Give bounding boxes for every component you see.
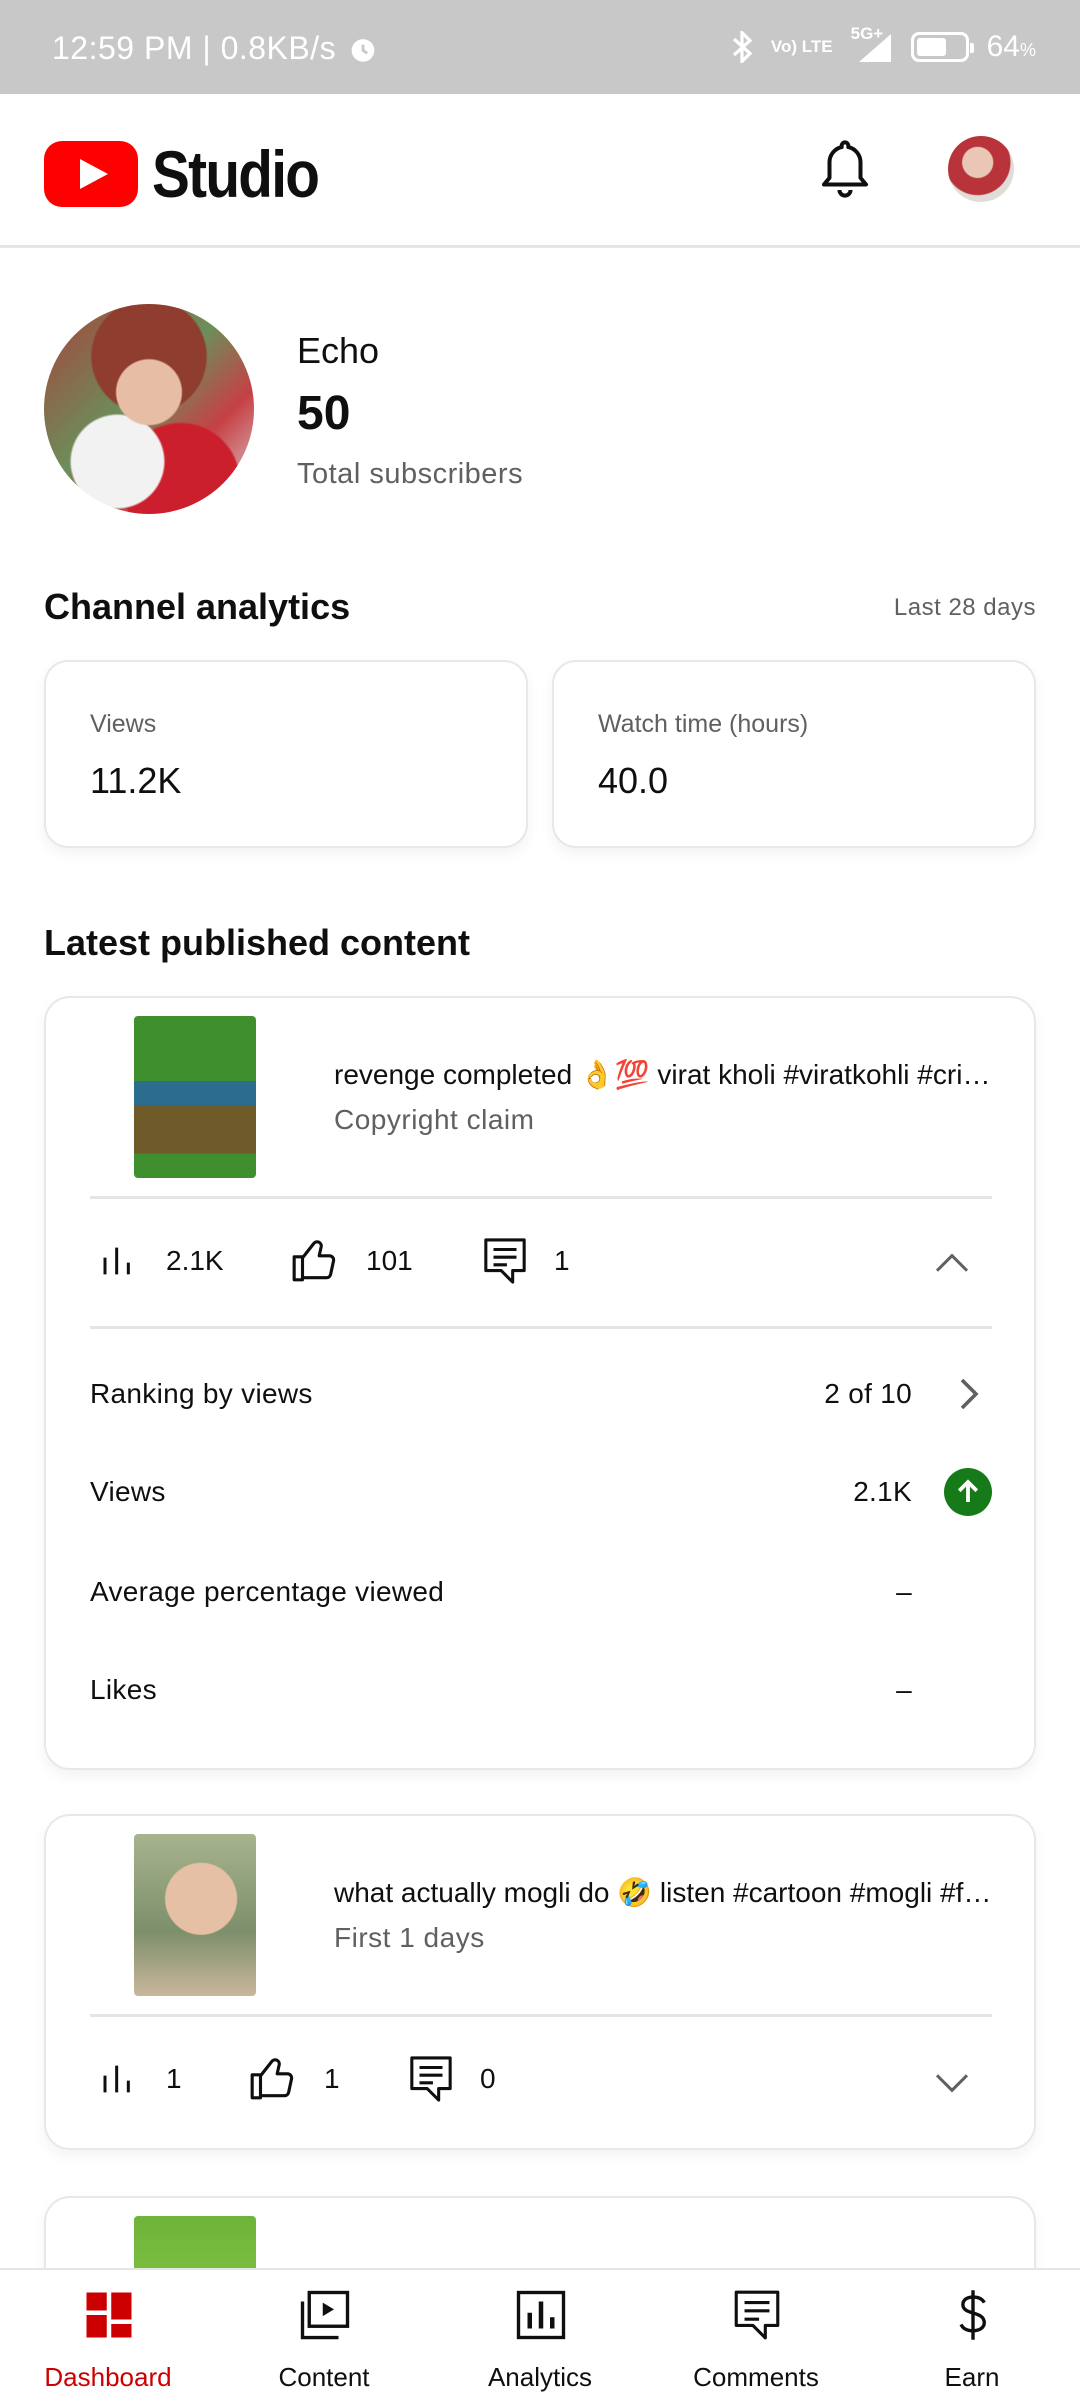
likes-stat: 101: [290, 1196, 413, 1326]
nav-earn[interactable]: Earn: [864, 2270, 1080, 2400]
channel-analytics-title: Channel analytics: [44, 586, 351, 627]
studio-logo[interactable]: Studio: [44, 136, 345, 212]
nav-content[interactable]: Content: [216, 2270, 432, 2400]
metric-label: Views: [90, 710, 157, 738]
alarm-icon: [351, 38, 375, 62]
subscriber-label: Total subscribers: [297, 458, 524, 490]
views-count: 1: [166, 2063, 182, 2094]
status-time: 12:59 PM | 0.8KB/s: [52, 30, 337, 66]
battery-value: 64: [986, 30, 1020, 63]
video-title[interactable]: what actually mogli do 🤣 listen #cartoon…: [334, 1876, 994, 1909]
nav-label: Comments: [693, 2362, 819, 2392]
detail-value: 2 of 10: [824, 1378, 912, 1409]
video-thumbnail[interactable]: [134, 1834, 256, 1996]
nav-label: Dashboard: [44, 2362, 172, 2392]
views-icon: [103, 1247, 130, 1275]
views-metric-card[interactable]: Views 11.2K: [44, 660, 528, 848]
detail-label: Views: [90, 1476, 166, 1507]
likes-count: 1: [324, 2063, 340, 2094]
subscriber-count: 50: [297, 387, 351, 440]
video-stats-row: 1 1 0: [90, 2014, 992, 2144]
content-card: revenge completed 👌💯 virat kholi #viratk…: [44, 996, 1036, 1770]
channel-avatar[interactable]: [44, 304, 254, 514]
bottom-navigation: Dashboard Content Analytics Comments Ear…: [0, 2268, 1080, 2400]
divider: [90, 1326, 992, 1329]
battery-level-fill: [916, 38, 947, 56]
thumbs-up-icon: [292, 1240, 336, 1282]
comment-icon: [410, 2056, 452, 2102]
nav-dashboard[interactable]: Dashboard: [0, 2270, 216, 2400]
avg-percentage-row: Average percentage viewed –: [90, 1562, 992, 1622]
account-avatar[interactable]: [948, 136, 1014, 202]
collapse-chevron-icon[interactable]: [932, 1244, 972, 1284]
network-type: Vo) LTE: [770, 37, 833, 56]
detail-value: –: [896, 1674, 912, 1705]
status-left: 12:59 PM | 0.8KB/s: [52, 30, 380, 67]
content-icon: [300, 2290, 350, 2340]
bluetooth-icon: [732, 31, 753, 63]
comments-count: 0: [480, 2063, 496, 2094]
nav-label: Content: [278, 2362, 370, 2392]
status-right: Vo) LTE 5G+ 64%: [731, 25, 1036, 64]
bell-icon[interactable]: [818, 138, 872, 200]
nav-label: Earn: [944, 2362, 1000, 2392]
detail-value: –: [896, 1576, 912, 1607]
video-status: Copyright claim: [334, 1104, 535, 1135]
thumbs-up-icon: [250, 2058, 294, 2100]
analytics-period: Last 28 days: [893, 594, 1036, 621]
comments-stat: 1: [482, 1196, 570, 1326]
video-thumbnail[interactable]: [134, 1016, 256, 1178]
watch-time-metric-card[interactable]: Watch time (hours) 40.0: [552, 660, 1036, 848]
likes-count: 101: [366, 1245, 413, 1276]
logo-text: Studio: [152, 137, 320, 211]
detail-label: Ranking by views: [90, 1378, 313, 1409]
views-stat: 2.1K: [100, 1196, 224, 1326]
dollar-icon: [959, 2290, 986, 2340]
metric-value: 40.0: [598, 760, 669, 801]
nav-comments[interactable]: Comments: [648, 2270, 864, 2400]
comments-icon: [734, 2290, 780, 2340]
signal-icon: 5G+: [851, 25, 893, 64]
battery-percent: 64%: [987, 30, 1036, 64]
detail-label: Average percentage viewed: [90, 1576, 445, 1607]
video-stats-row: 2.1K 101 1: [90, 1196, 992, 1326]
trend-up-icon: [944, 1468, 992, 1516]
status-bar: 12:59 PM | 0.8KB/s Vo) LTE 5G+ 64%: [0, 0, 1080, 94]
youtube-logo-icon: [44, 141, 138, 207]
nav-label: Analytics: [487, 2362, 593, 2392]
latest-content-title: Latest published content: [44, 922, 471, 963]
battery-icon: [910, 32, 974, 62]
expand-chevron-icon[interactable]: [932, 2062, 972, 2102]
comment-icon: [484, 1238, 526, 1284]
video-status: First 1 days: [334, 1922, 485, 1953]
nav-analytics[interactable]: Analytics: [432, 2270, 648, 2400]
content-card: what actually mogli do 🤣 listen #cartoon…: [44, 1814, 1036, 2150]
detail-label: Likes: [90, 1674, 157, 1705]
app-header: Studio: [0, 94, 1080, 248]
dashboard-icon: [86, 2292, 132, 2338]
views-stat: 1: [100, 2014, 182, 2144]
likes-stat: 1: [248, 2014, 340, 2144]
views-detail-row: Views 2.1K: [90, 1462, 992, 1522]
views-count: 2.1K: [166, 1245, 224, 1276]
likes-detail-row: Likes –: [90, 1660, 992, 1720]
analytics-icon: [516, 2290, 566, 2340]
views-icon: [103, 2065, 130, 2093]
chevron-right-icon[interactable]: [944, 1370, 992, 1418]
ranking-row[interactable]: Ranking by views 2 of 10: [90, 1364, 992, 1424]
video-title[interactable]: revenge completed 👌💯 virat kholi #viratk…: [334, 1058, 994, 1091]
channel-name: Echo: [297, 330, 380, 371]
battery-unit: %: [1019, 40, 1036, 60]
comments-count: 1: [554, 1245, 570, 1276]
comments-stat: 0: [408, 2014, 496, 2144]
metric-value: 11.2K: [90, 760, 182, 801]
detail-value: 2.1K: [853, 1476, 912, 1507]
metric-label: Watch time (hours): [598, 710, 809, 738]
